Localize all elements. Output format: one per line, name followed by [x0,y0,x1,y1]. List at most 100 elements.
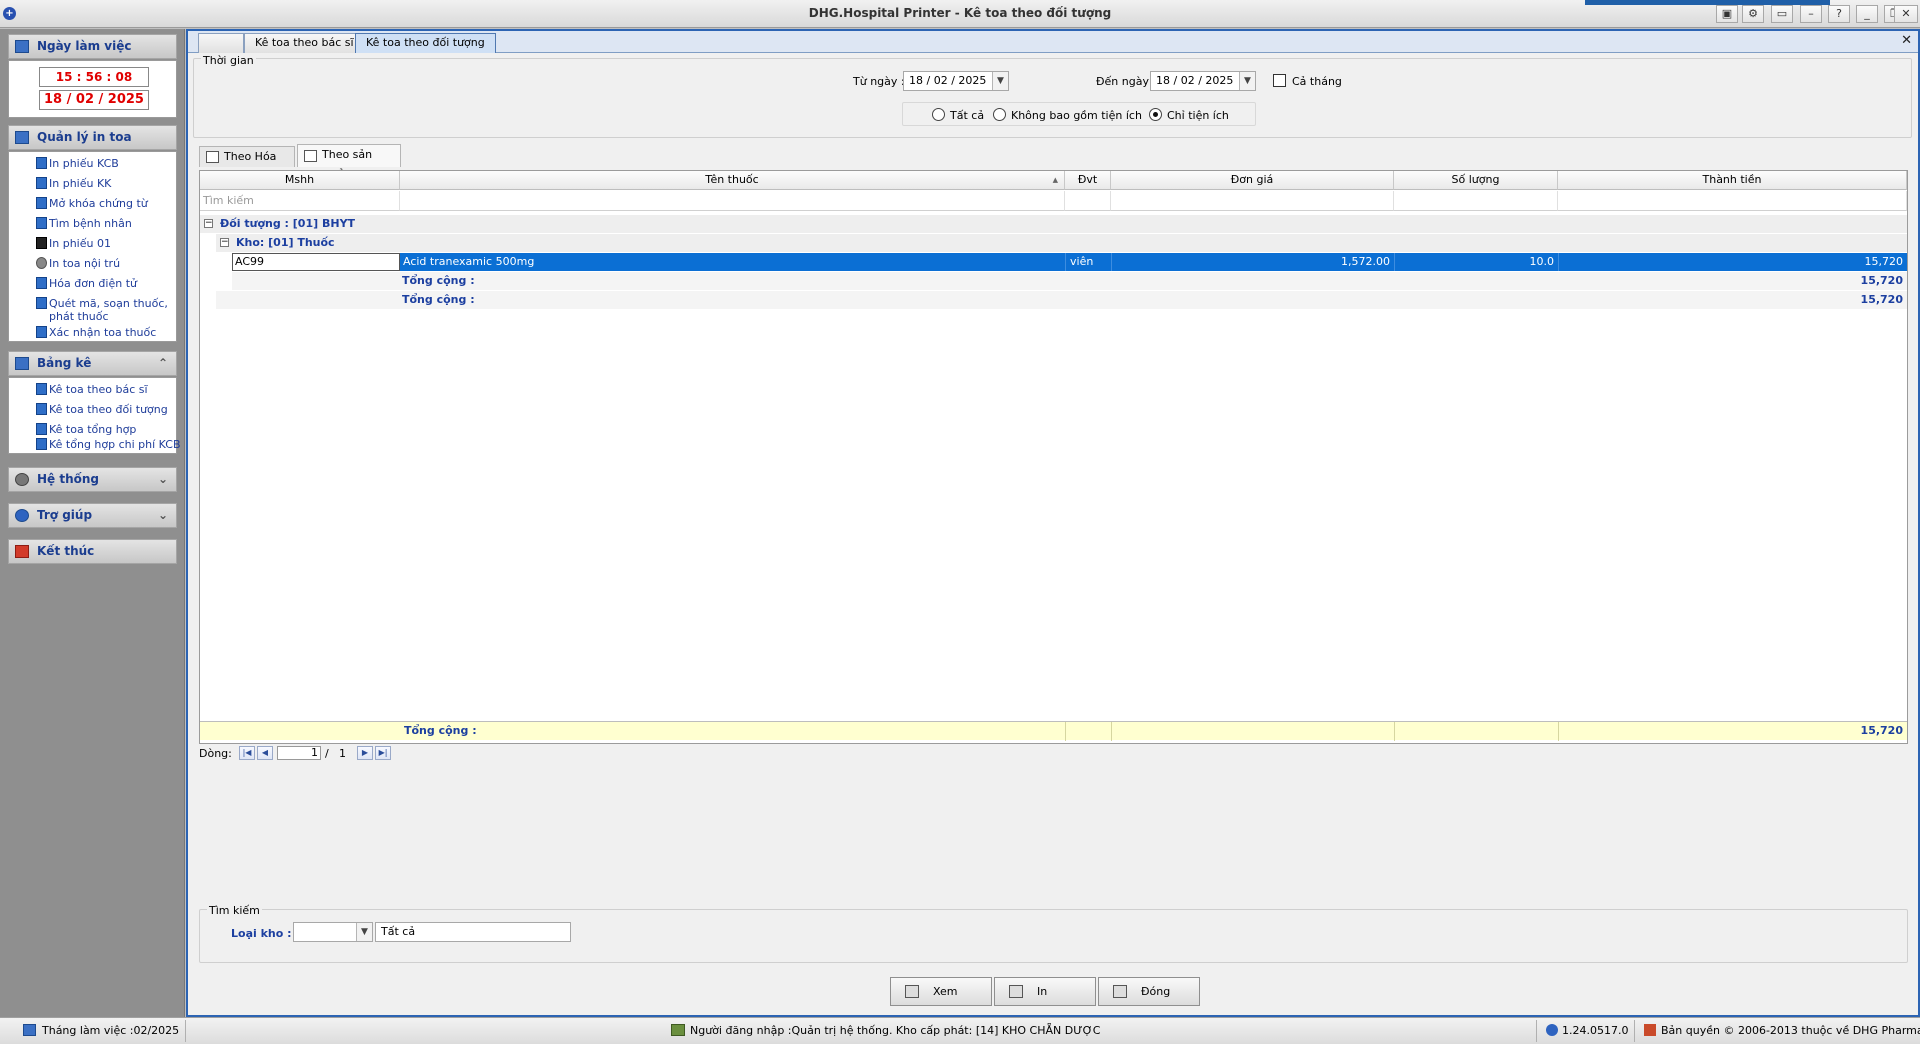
col-header-dvt[interactable]: Đvt [1065,171,1111,190]
system-title: Hệ thống [37,472,100,486]
to-date-picker[interactable]: 18 / 02 / 2025 ▼ [1150,71,1256,91]
filter-so-luong[interactable] [1394,191,1558,211]
radio-only-utility[interactable] [1149,108,1162,121]
collapse-icon[interactable]: − [220,238,229,247]
subtab-theo-hoa-don[interactable]: Theo Hóa đơn [199,146,295,183]
close-tab-icon[interactable]: ✕ [1901,33,1912,48]
col-header-mshh[interactable]: Mshh [200,171,400,190]
close-window-button[interactable]: ✕ [1894,5,1918,23]
calendar-icon [23,1024,36,1036]
cell-so-luong[interactable]: 10.0 [1394,253,1558,271]
chevron-down-icon[interactable]: ⌄ [158,504,168,527]
book-icon [36,197,47,209]
close-button-label: Đóng [1141,985,1171,998]
sidebar-item-in-toa-noi-tru[interactable]: In toa nội trú [49,257,120,270]
sidebar-item-ke-tong-hop-kcb[interactable]: Kê tổng hợp chi phí KCB [49,438,181,451]
system-header[interactable]: Hệ thống ⌄ [8,467,177,492]
toolbar-icon-3[interactable]: ▭ [1771,5,1793,23]
workday-header[interactable]: Ngày làm việc [8,34,177,59]
book-icon [36,403,47,415]
sidebar-item-in-phieu-01[interactable]: In phiếu 01 [49,237,111,250]
view-button-label: Xem [933,985,958,998]
cell-ten-thuoc[interactable]: Acid tranexamic 500mg [400,253,1065,271]
minimize-icon[interactable]: – [1800,5,1822,23]
group-row-kho[interactable]: − Kho: [01] Thuốc [216,234,1907,252]
loai-kho-select[interactable]: ▼ [293,922,373,942]
gear-icon [15,473,29,486]
pager-sep: / [325,747,329,760]
tab-ke-toa-bac-si[interactable]: Kê toa theo bác sĩ [244,33,365,53]
group-label: Kho: [01] Thuốc [236,236,335,249]
sidebar-item-xac-nhan[interactable]: Xác nhận toa thuốc [49,326,156,339]
whole-month-label: Cả tháng [1292,75,1342,88]
filter-ten-thuoc[interactable] [400,191,1065,211]
print-mgmt-header[interactable]: Quản lý in toa [8,125,177,150]
view-icon [905,985,919,998]
table-row[interactable]: AC99 Acid tranexamic 500mg viên 1,572.00… [232,253,1907,271]
chevron-down-icon[interactable]: ⌄ [158,468,168,491]
workday-title: Ngày làm việc [37,39,132,53]
first-page-icon[interactable]: |◀ [239,746,255,760]
title-accent [1585,0,1830,5]
from-date-picker[interactable]: 18 / 02 / 2025 ▼ [903,71,1009,91]
collapse-icon[interactable]: − [204,219,213,228]
sidebar-item-in-phieu-kk[interactable]: In phiếu KK [49,177,111,190]
subtab-theo-san-pham[interactable]: Theo sản phẩm [297,144,401,181]
filter-don-gia[interactable] [1111,191,1394,211]
book-icon [36,177,47,189]
chevron-down-icon[interactable]: ▼ [992,72,1008,90]
tab-ke-toa-doi-tuong[interactable]: Kê toa theo đối tượng [355,33,496,53]
filter-dvt[interactable] [1065,191,1111,211]
toolbar-icon-2[interactable]: ⚙ [1742,5,1764,23]
col-header-so-luong[interactable]: Số lượng [1394,171,1558,190]
minimize-button[interactable]: _ [1856,5,1878,23]
exit-title: Kết thúc [37,544,95,558]
chevron-up-icon[interactable]: ⌃ [158,352,168,375]
cell-mshh[interactable]: AC99 [232,253,400,271]
toolbar-icon-1[interactable]: ▣ [1716,5,1738,23]
col-header-thanh-tien[interactable]: Thành tiền [1558,171,1907,190]
radio-all[interactable] [932,108,945,121]
exit-header[interactable]: Kết thúc [8,539,177,564]
print-button[interactable]: In [994,977,1096,1006]
book-icon [36,217,47,229]
filter-thanh-tien[interactable] [1558,191,1907,211]
last-page-icon[interactable]: ▶| [375,746,391,760]
sidebar-item-ke-toa-bac-si[interactable]: Kê toa theo bác sĩ [49,383,148,396]
help-icon[interactable]: ? [1828,5,1850,23]
chevron-down-icon[interactable]: ▼ [1239,72,1255,90]
sidebar-item-tim-benh-nhan[interactable]: Tìm bệnh nhân [49,217,132,230]
group-row-doi-tuong[interactable]: − Đối tượng : [01] BHYT [200,215,1907,233]
footer-total-value: 15,720 [1860,724,1903,737]
whole-month-checkbox[interactable] [1273,74,1286,87]
sidebar-item-ke-toa-doi-tuong[interactable]: Kê toa theo đối tượng [49,403,168,416]
page-input[interactable]: 1 [277,746,321,760]
book-icon [36,438,47,450]
sidebar-item-in-phieu-kcb[interactable]: In phiếu KCB [49,157,119,170]
chevron-down-icon[interactable]: ▼ [356,923,372,941]
info-icon [1546,1024,1558,1036]
cell-dvt[interactable]: viên [1065,253,1111,271]
grid-footer-total: Tổng cộng : 15,720 [200,721,1907,741]
view-button[interactable]: Xem [890,977,992,1006]
cell-don-gia[interactable]: 1,572.00 [1111,253,1394,271]
help-header[interactable]: Trợ giúp ⌄ [8,503,177,528]
next-page-icon[interactable]: ▶ [357,746,373,760]
close-button[interactable]: Đóng [1098,977,1200,1006]
col-header-don-gia[interactable]: Đơn giá [1111,171,1394,190]
search-input[interactable]: Tìm kiếm [200,191,400,211]
cell-thanh-tien[interactable]: 15,720 [1558,253,1907,271]
sidebar-item-hoa-don[interactable]: Hóa đơn điện tử [49,277,137,290]
radio-exclude-utility[interactable] [993,108,1006,121]
from-date-label: Từ ngày : [853,75,905,88]
col-header-ten-thuoc[interactable]: Tên thuốc ▲ [400,171,1065,190]
sidebar-item-mo-khoa[interactable]: Mở khóa chứng từ [49,197,148,210]
users-icon [671,1024,685,1036]
loai-kho-text[interactable]: Tất cả [375,922,571,942]
prev-page-icon[interactable]: ◀ [257,746,273,760]
invoice-icon [206,151,219,163]
report-header[interactable]: Bảng kê ⌃ [8,351,177,376]
tab-blank[interactable] [198,33,244,53]
sidebar-item-ke-toa-tong-hop[interactable]: Kê toa tổng hợp [49,423,136,436]
sidebar-item-quet-ma[interactable]: Quét mã, soạn thuốc, phát thuốc [49,297,174,323]
